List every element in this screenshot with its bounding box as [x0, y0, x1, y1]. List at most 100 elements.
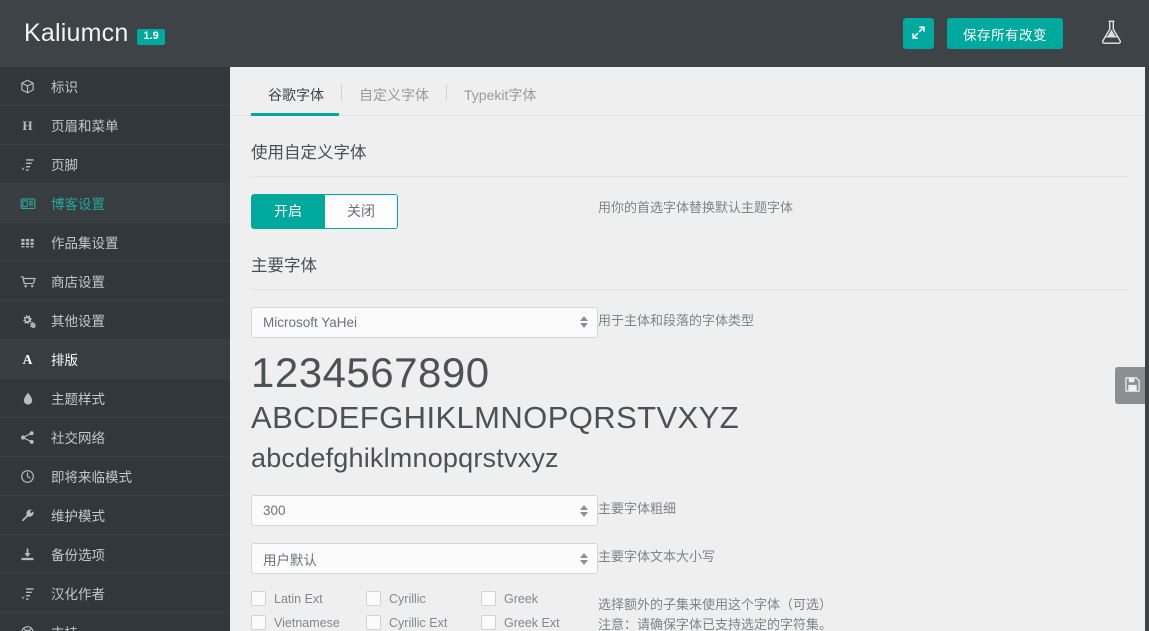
sidebar: 标识 H 页眉和菜单 页脚 博客设置 作品集设置 商店设置 其他设置 A 排版 … [0, 67, 230, 631]
font-family-select-wrap: Microsoft YaHei [251, 306, 598, 338]
sidebar-item-label: 即将来临模式 [51, 470, 132, 485]
field-control: 用户默认 [251, 543, 598, 575]
field-font-case: 用户默认 主要字体文本大小写 [251, 526, 1128, 575]
sort-list-icon [17, 157, 38, 172]
gears-icon [17, 313, 38, 328]
wrench-icon [17, 508, 38, 523]
sidebar-item-label: 备份选项 [51, 548, 105, 563]
sidebar-item-logo[interactable]: 标识 [0, 67, 230, 106]
body-row: 标识 H 页眉和菜单 页脚 博客设置 作品集设置 商店设置 其他设置 A 排版 … [0, 67, 1149, 631]
field-control: 300 [251, 495, 598, 527]
font-case-description: 主要字体文本大小写 [598, 549, 716, 565]
sidebar-item-label: 维护模式 [51, 509, 105, 524]
sidebar-item-theme-style[interactable]: 主题样式 [0, 379, 230, 418]
newspaper-icon [17, 196, 38, 211]
sidebar-item-label: 支持 [51, 622, 78, 631]
custom-font-description: 用你的首选字体替换默认主题字体 [598, 200, 794, 215]
heading-h-icon: H [17, 118, 38, 133]
font-case-select-wrap: 用户默认 [251, 543, 598, 575]
checkbox-box-icon[interactable] [481, 615, 496, 631]
clock-icon [17, 469, 38, 484]
subset-note-line1: 选择额外的子集来使用这个字体（可选） [598, 597, 833, 613]
sidebar-item-coming-soon-mode[interactable]: 即将来临模式 [0, 457, 230, 496]
section-title-custom-font: 使用自定义字体 [251, 116, 1128, 177]
expand-arrows-icon [911, 25, 926, 43]
checkbox-greek[interactable]: Greek [481, 591, 598, 607]
checkbox-box-icon[interactable] [251, 591, 266, 607]
checkbox-latin-ext[interactable]: Latin Ext [251, 591, 366, 607]
droplet-icon [17, 391, 38, 406]
checkbox-box-icon[interactable] [366, 591, 381, 607]
checkbox-box-icon[interactable] [481, 591, 496, 607]
field-control: 开启 关闭 [251, 194, 598, 229]
font-family-description: 用于主体和段落的字体类型 [598, 312, 755, 328]
preview-uppercase: ABCDEFGHIKLMNOPQRSTVXYZ [251, 400, 740, 436]
checkbox-label: Cyrillic [389, 591, 426, 606]
share-nodes-icon [17, 430, 38, 445]
tab-google-fonts[interactable]: 谷歌字体 [251, 88, 341, 116]
checkbox-box-icon[interactable] [366, 615, 381, 631]
sidebar-item-label: 主题样式 [51, 392, 105, 407]
field-font-weight: 300 主要字体粗细 [251, 478, 1128, 527]
quick-save-button[interactable] [1115, 367, 1149, 404]
shopping-cart-icon [17, 274, 38, 289]
sidebar-item-typography[interactable]: A 排版 [0, 340, 230, 379]
field-font-family: Microsoft YaHei 用于主体和段落的字体类型 [251, 290, 1128, 338]
custom-font-toggle[interactable]: 开启 关闭 [251, 194, 398, 229]
checkbox-vietnamese[interactable]: Vietnamese [251, 615, 366, 631]
checkbox-label: Greek Ext [504, 615, 560, 630]
save-all-button[interactable]: 保存所有改变 [947, 18, 1063, 49]
section-title-main-font: 主要字体 [251, 229, 1128, 290]
checkbox-greek-ext[interactable]: Greek Ext [481, 615, 598, 631]
expand-button[interactable] [903, 18, 934, 49]
font-weight-select[interactable]: 300 [251, 495, 598, 527]
brand: Kaliumcn 1.9 [24, 19, 165, 48]
checkbox-label: Latin Ext [274, 591, 323, 606]
sidebar-item-header-menu[interactable]: H 页眉和菜单 [0, 106, 230, 145]
checkbox-label: Greek [504, 591, 539, 606]
sidebar-item-other-settings[interactable]: 其他设置 [0, 301, 230, 340]
brand-name: Kaliumcn [24, 19, 129, 47]
subset-note-line2: 注意：请确保字体已支持选定的字符集。 [598, 617, 833, 631]
field-control: Latin Ext Cyrillic Greek Vietnamese Cyri… [251, 591, 598, 631]
tab-typekit-fonts[interactable]: Typekit字体 [447, 88, 553, 115]
floppy-disk-save-icon [1124, 376, 1141, 396]
checkbox-label: Cyrillic Ext [389, 615, 448, 630]
sidebar-item-translation-author[interactable]: 汉化作者 [0, 574, 230, 613]
app-root: Kaliumcn 1.9 保存所有改变 标识 H 页眉和菜单 页脚 博客设置 作… [0, 0, 1149, 631]
sidebar-item-social-networks[interactable]: 社交网络 [0, 418, 230, 457]
toggle-option-off[interactable]: 关闭 [324, 194, 398, 229]
version-badge: 1.9 [137, 29, 165, 45]
font-family-select[interactable]: Microsoft YaHei [251, 306, 598, 338]
sidebar-item-shop-settings[interactable]: 商店设置 [0, 262, 230, 301]
sidebar-item-blog-settings[interactable]: 博客设置 [0, 184, 230, 223]
preview-numbers: 1234567890 [251, 348, 490, 396]
app-header: Kaliumcn 1.9 保存所有改变 [0, 0, 1149, 67]
checkbox-cyrillic-ext[interactable]: Cyrillic Ext [366, 615, 481, 631]
sidebar-item-backup-options[interactable]: 备份选项 [0, 535, 230, 574]
cube-icon [17, 79, 38, 94]
letter-a-icon: A [17, 352, 38, 367]
tab-bar: 谷歌字体 自定义字体 Typekit字体 [230, 67, 1149, 116]
svg-text:A: A [23, 352, 33, 367]
sidebar-item-maintenance-mode[interactable]: 维护模式 [0, 496, 230, 535]
sidebar-item-label: 汉化作者 [51, 587, 105, 602]
sidebar-item-label: 页眉和菜单 [51, 119, 119, 134]
checkbox-box-icon[interactable] [251, 615, 266, 631]
field-use-custom-font: 开启 关闭 用你的首选字体替换默认主题字体 [251, 177, 1128, 229]
checkbox-label: Vietnamese [274, 615, 340, 630]
checkbox-cyrillic[interactable]: Cyrillic [366, 591, 481, 607]
sidebar-item-portfolio-settings[interactable]: 作品集设置 [0, 223, 230, 262]
preview-lowercase: abcdefghiklmnopqrstvxyz [251, 443, 559, 474]
header-actions: 保存所有改变 [903, 14, 1127, 54]
field-font-subsets: Latin Ext Cyrillic Greek Vietnamese Cyri… [251, 574, 1128, 631]
sidebar-item-support[interactable]: 支持 [0, 613, 230, 631]
field-control: Microsoft YaHei [251, 306, 598, 338]
font-case-select[interactable]: 用户默认 [251, 543, 598, 575]
dev-mode-button[interactable] [1095, 14, 1127, 54]
sidebar-item-footer[interactable]: 页脚 [0, 145, 230, 184]
scroll-edge [1145, 67, 1149, 631]
tab-custom-fonts[interactable]: 自定义字体 [342, 88, 446, 115]
toggle-option-on[interactable]: 开启 [251, 194, 324, 229]
life-ring-icon [17, 625, 38, 631]
